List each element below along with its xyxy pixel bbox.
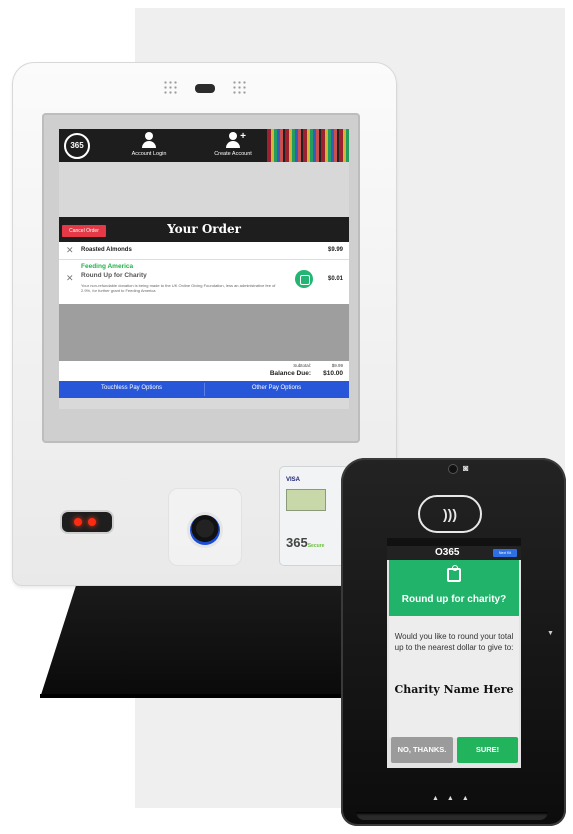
charity-message: Would you like to round your total up to… — [394, 632, 514, 652]
account-login-label: Account Login — [131, 151, 167, 157]
subtotal-value: $9.99 — [331, 363, 343, 368]
donation-org: Feeding America — [81, 263, 134, 270]
balance-value: $10.00 — [323, 370, 343, 377]
card-insert-arrows: ▲▲▲ — [432, 795, 477, 802]
other-pay-button[interactable]: Other Pay Options — [204, 385, 349, 391]
camera-lens — [190, 515, 220, 545]
terminal-top-button[interactable]: Next Kit — [493, 549, 517, 557]
create-account-label: Create Account — [214, 151, 252, 157]
account-icon — [142, 132, 156, 149]
balance-label: Balance Due: — [269, 370, 311, 377]
item-name: Roasted Almonds — [81, 247, 132, 253]
donation-fine-print: Your non-refundable donation is being ma… — [81, 283, 276, 293]
item-price: $9.99 — [327, 247, 343, 253]
card-brands: VISA — [286, 477, 301, 483]
accept-button[interactable]: SURE! — [457, 737, 518, 763]
subtotal-label: Subtotal: — [293, 363, 311, 368]
terminal-side-arrow: ▼ — [547, 630, 554, 637]
remove-item-icon[interactable]: ✕ — [66, 245, 74, 256]
create-account-button[interactable]: + Create Account — [203, 132, 263, 158]
kiosk-camera — [195, 84, 215, 93]
kiosk-blank-area — [59, 162, 349, 217]
barcode-scanner — [62, 512, 112, 532]
charity-icon — [295, 270, 313, 288]
account-login-button[interactable]: Account Login — [119, 132, 179, 157]
product-photo: 365 Account Login + Create Account Cance… — [0, 0, 573, 834]
donation-price: $0.01 — [327, 276, 343, 282]
reader-display — [286, 489, 326, 511]
card-reader: VISA 365Secure — [279, 466, 349, 566]
terminal-status-bar — [387, 538, 521, 546]
terminal-camera — [449, 465, 457, 473]
terminal-header: O365 Next Kit — [387, 546, 521, 560]
kiosk-logo: 365 — [64, 133, 90, 159]
charity-banner: Round up for charity? — [389, 560, 519, 616]
touchless-pay-button[interactable]: Touchless Pay Options — [59, 385, 204, 391]
order-title: Your Order — [167, 222, 241, 236]
kiosk-header: 365 Account Login + Create Account — [59, 129, 349, 162]
order-item-row: ✕ Roasted Almonds $9.99 — [59, 242, 349, 260]
remove-donation-icon[interactable]: ✕ — [66, 273, 74, 284]
camera-icon: ◙ — [463, 463, 469, 473]
order-empty-area — [59, 304, 349, 361]
card-slot — [356, 812, 548, 820]
reader-logo: 365Secure — [286, 535, 324, 550]
charity-body: Would you like to round your total up to… — [389, 616, 519, 738]
speaker-left — [163, 80, 179, 94]
charity-question: Round up for charity? — [401, 594, 507, 605]
terminal-screen: O365 Next Kit Round up for charity? Woul… — [387, 538, 521, 768]
decline-button[interactable]: NO, THANKS. — [391, 737, 453, 763]
order-totals: Subtotal: $9.99 Balance Due: $10.00 — [59, 361, 349, 381]
create-account-icon: + — [226, 132, 246, 149]
terminal-logo: O365 — [435, 547, 460, 558]
reader-brand-sub: Secure — [307, 543, 325, 549]
charity-name: Charity Name Here — [394, 683, 514, 696]
order-bar: Cancel Order Your Order — [59, 217, 349, 242]
order-list: ✕ Roasted Almonds $9.99 Feeding America … — [59, 242, 349, 304]
reader-brand: 365 — [286, 535, 308, 550]
promo-image — [267, 129, 349, 162]
donation-label: Round Up for Charity — [81, 272, 147, 279]
payment-bar: Touchless Pay Options Other Pay Options — [59, 381, 349, 398]
speaker-right — [232, 80, 248, 94]
kiosk-screen: 365 Account Login + Create Account Cance… — [59, 129, 349, 409]
contactless-icon: ))) — [418, 495, 482, 533]
gift-icon — [447, 565, 461, 582]
